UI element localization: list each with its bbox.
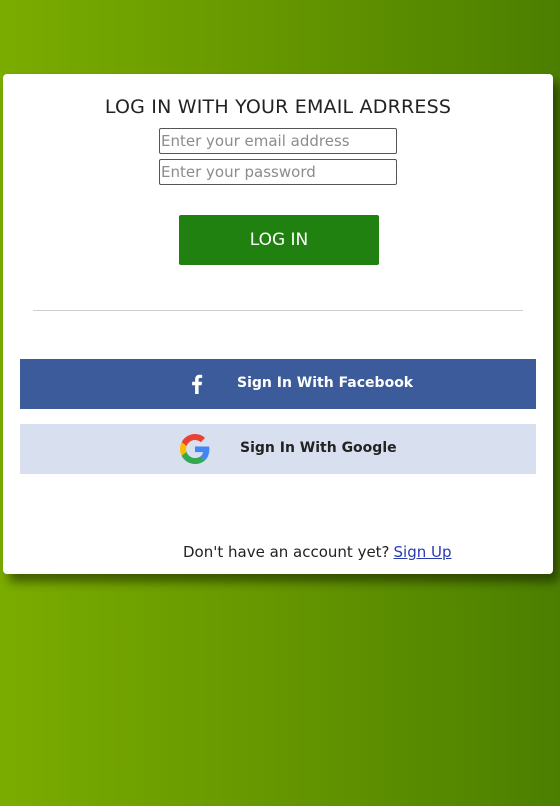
facebook-signin-button[interactable]: Sign In With Facebook [20, 359, 536, 409]
signup-prompt-text: Don't have an account yet? [183, 543, 390, 561]
email-field[interactable] [159, 128, 397, 154]
signup-link[interactable]: Sign Up [394, 543, 452, 561]
signup-prompt: Don't have an account yet? Sign Up [183, 543, 452, 561]
page-title: LOG IN WITH YOUR EMAIL ADRRESS [104, 96, 452, 118]
google-icon [180, 434, 210, 464]
password-field[interactable] [159, 159, 397, 185]
google-signin-button[interactable]: Sign In With Google [20, 424, 536, 474]
login-button[interactable]: LOG IN [179, 215, 379, 265]
facebook-icon [192, 374, 203, 394]
google-signin-label: Sign In With Google [240, 440, 397, 456]
facebook-signin-label: Sign In With Facebook [237, 375, 414, 391]
divider [33, 310, 523, 311]
login-card: LOG IN WITH YOUR EMAIL ADRRESS LOG IN Si… [3, 74, 553, 574]
